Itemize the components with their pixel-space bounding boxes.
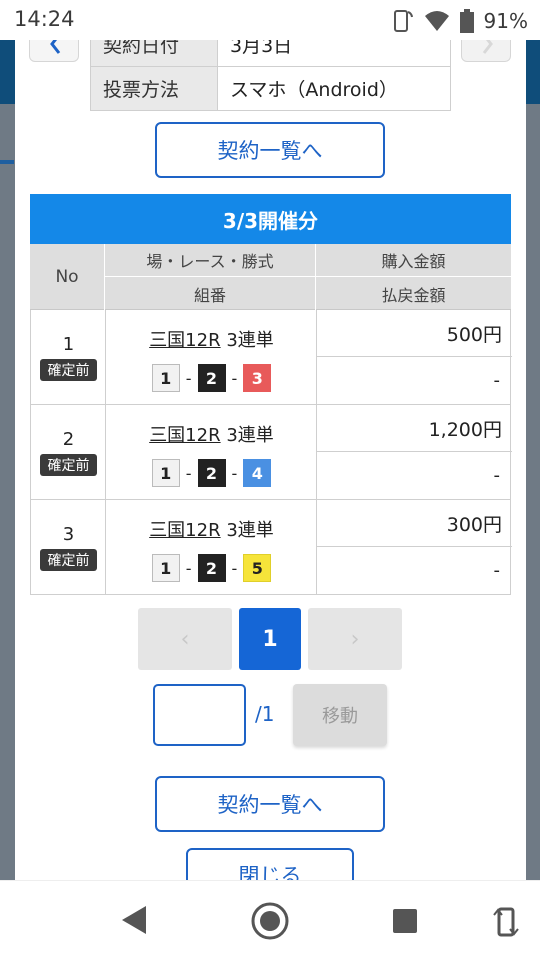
combo-separator: -: [185, 558, 192, 578]
combo-separator: -: [231, 463, 238, 483]
chevron-right-icon: [482, 40, 493, 54]
header-amount: 購入金額: [316, 244, 511, 277]
pagination-current-page[interactable]: 1: [239, 608, 301, 670]
payout-amount: -: [493, 560, 501, 581]
row-no-cell: 1 確定前: [31, 310, 106, 404]
race-label: 三国12R 3連単: [106, 516, 317, 542]
wifi-icon: [424, 11, 449, 31]
table-row: 2 確定前 三国12R 3連単 1 - 2 - 4 1,200円 -: [30, 405, 512, 500]
row-no-cell: 2 確定前: [31, 405, 106, 499]
contract-info-table: 契約日付 3月3日 投票方法 スマホ（Android）: [90, 40, 451, 111]
vote-method-value: スマホ（Android）: [217, 66, 451, 111]
combination: 1 - 2 - 3: [106, 364, 317, 392]
battery-percent: 91%: [483, 9, 528, 33]
bet-type: 3連単: [226, 330, 274, 351]
purchase-amount: 300円: [317, 500, 512, 547]
combo-separator: -: [185, 368, 192, 388]
page-number-input[interactable]: [153, 684, 246, 746]
bets-table: No 場・レース・勝式 組番 購入金額 払戻金額 1 確定前 三国12R 3連単…: [30, 244, 512, 595]
table-row: 3 確定前 三国12R 3連単 1 - 2 - 5 300円 -: [30, 500, 512, 595]
race-link[interactable]: 三国12R: [149, 330, 220, 351]
page-total: /1: [255, 702, 275, 726]
system-nav-bar: [0, 880, 540, 960]
home-circle-icon[interactable]: [250, 901, 290, 941]
section-title: 3/3開催分: [30, 194, 511, 244]
race-link[interactable]: 三国12R: [149, 520, 220, 541]
contract-list-button-bottom[interactable]: 契約一覧へ: [155, 776, 385, 832]
header-combo: 組番: [105, 277, 316, 310]
race-label: 三国12R 3連単: [106, 421, 317, 447]
combo-separator: -: [185, 463, 192, 483]
move-button[interactable]: 移動: [293, 684, 387, 746]
pagination-next-button[interactable]: ›: [308, 608, 402, 670]
row-race-cell: 三国12R 3連単 1 - 2 - 4: [106, 405, 317, 499]
purchase-amount: 500円: [317, 310, 512, 357]
boat-number-2: 2: [197, 554, 226, 582]
phone-signal-icon: [393, 10, 413, 32]
contract-date-label: 契約日付: [90, 40, 218, 67]
contract-list-button[interactable]: 契約一覧へ: [155, 122, 385, 178]
row-race-cell: 三国12R 3連単 1 - 2 - 3: [106, 310, 317, 404]
background-decoration: [0, 160, 14, 164]
back-triangle-icon[interactable]: [118, 903, 150, 937]
boat-number-5: 5: [243, 554, 272, 582]
payout-amount: -: [493, 465, 501, 486]
boat-number-4: 4: [243, 459, 272, 487]
boat-number-1: 1: [151, 554, 180, 582]
combination: 1 - 2 - 5: [106, 554, 317, 582]
status-badge: 確定前: [40, 359, 97, 381]
race-link[interactable]: 三国12R: [149, 425, 220, 446]
header-payout: 払戻金額: [381, 285, 446, 305]
rotate-icon[interactable]: [492, 905, 520, 939]
recents-square-icon[interactable]: [392, 908, 418, 934]
bet-type: 3連単: [226, 520, 274, 541]
payout-amount: -: [493, 370, 501, 391]
bet-type: 3連単: [226, 425, 274, 446]
combination: 1 - 2 - 4: [106, 459, 317, 487]
vote-method-label: 投票方法: [90, 66, 218, 111]
status-icons: 91%: [388, 8, 528, 34]
status-badge: 確定前: [40, 454, 97, 476]
row-number: 2: [62, 429, 75, 450]
boat-number-3: 3: [243, 364, 272, 392]
pagination-prev-button[interactable]: ‹: [138, 608, 232, 670]
boat-number-1: 1: [151, 459, 180, 487]
table-row: 1 確定前 三国12R 3連単 1 - 2 - 3 500円 -: [30, 310, 512, 405]
battery-icon: [459, 9, 474, 33]
status-bar: 14:24 91%: [0, 0, 540, 40]
row-no-cell: 3 確定前: [31, 500, 106, 594]
close-button[interactable]: 閉じる: [186, 848, 354, 880]
table-header: No 場・レース・勝式 組番 購入金額 払戻金額: [30, 244, 511, 310]
chevron-left-icon: [50, 40, 61, 54]
combo-separator: -: [231, 558, 238, 578]
header-race: 場・レース・勝式: [105, 244, 316, 277]
row-number: 3: [62, 524, 75, 545]
row-race-cell: 三国12R 3連単 1 - 2 - 5: [106, 500, 317, 594]
next-contract-button[interactable]: [461, 40, 511, 62]
row-number: 1: [62, 334, 75, 355]
boat-number-2: 2: [197, 364, 226, 392]
boat-number-2: 2: [197, 459, 226, 487]
prev-contract-button[interactable]: [29, 40, 79, 62]
combo-separator: -: [231, 368, 238, 388]
header-no: No: [30, 244, 105, 310]
purchase-amount: 1,200円: [317, 405, 512, 452]
status-badge: 確定前: [40, 549, 97, 571]
status-time: 14:24: [14, 7, 75, 31]
contract-detail-modal: 契約日付 3月3日 投票方法 スマホ（Android） 契約一覧へ 3/3開催分…: [15, 40, 526, 880]
boat-number-1: 1: [151, 364, 180, 392]
race-label: 三国12R 3連単: [106, 326, 317, 352]
contract-date-value: 3月3日: [217, 40, 451, 67]
